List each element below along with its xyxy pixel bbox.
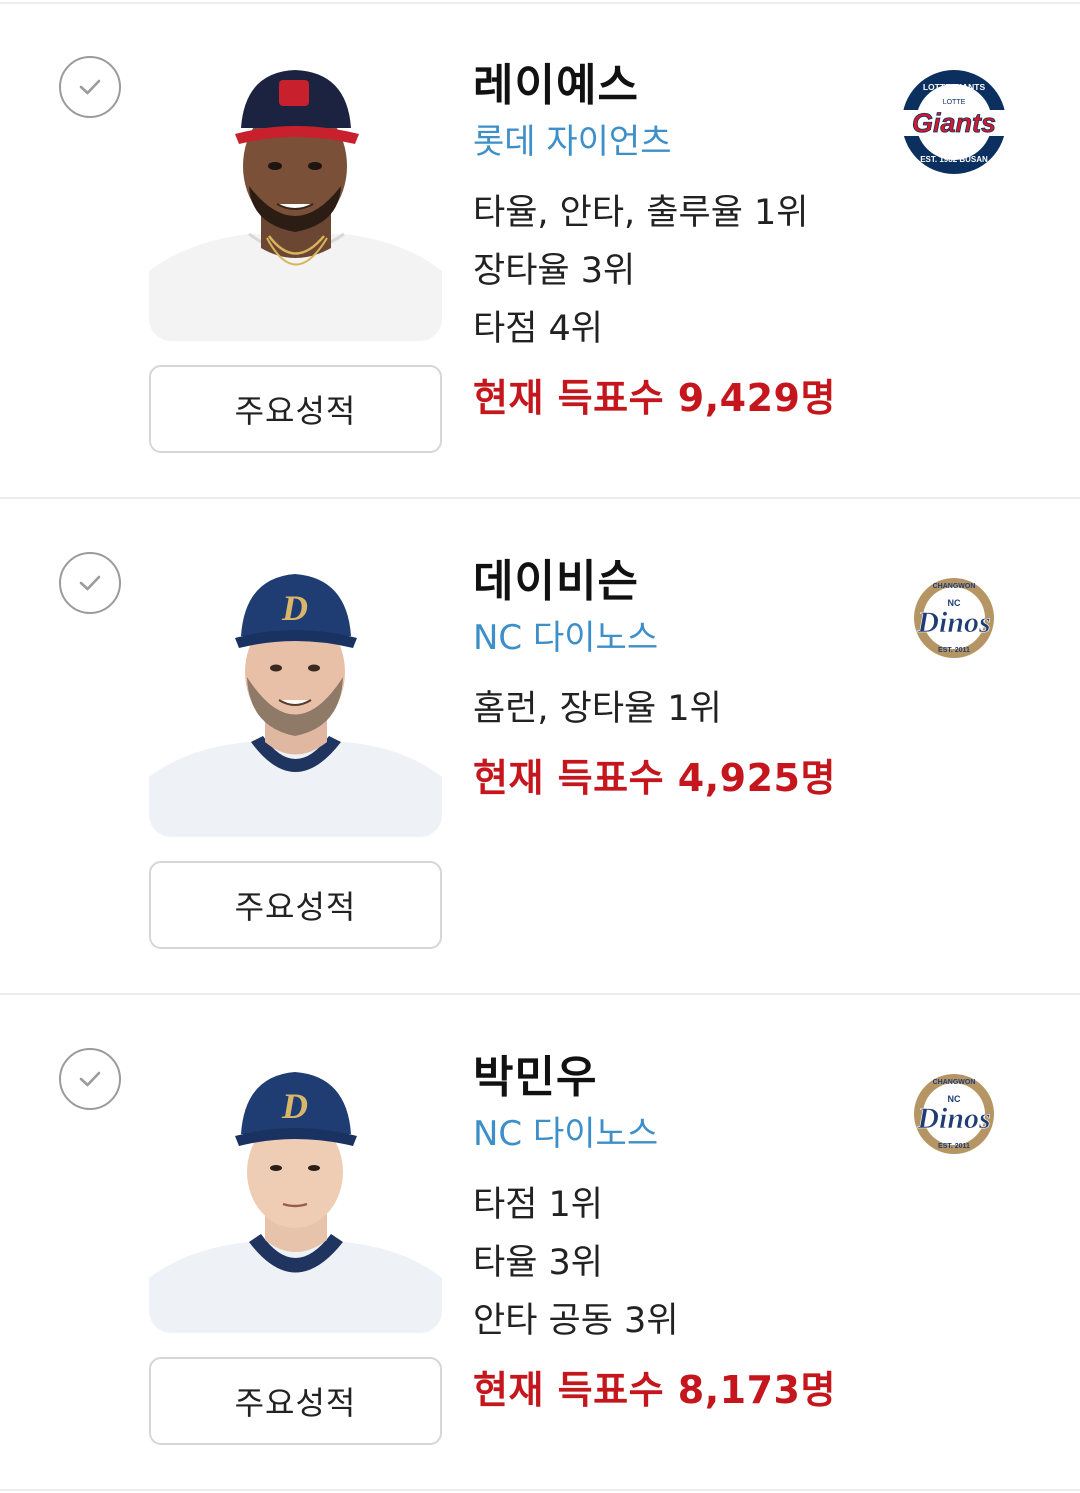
player-records: 홈런, 장타율 1위	[473, 680, 873, 738]
checkmark-icon	[79, 79, 101, 95]
player-records: 타점 1위 타율 3위 안타 공동 3위	[473, 1176, 873, 1350]
stats-button[interactable]: 주요성적	[149, 1357, 442, 1445]
player-card: D 주요성적 데이비슨 NC 다이노스 홈런, 장타율 1위 현재 득표수 4,…	[0, 500, 1080, 995]
player-team: 롯데 자이언츠	[473, 122, 672, 162]
svg-text:LOTTE: LOTTE	[943, 99, 966, 106]
player-team: NC 다이노스	[473, 1114, 659, 1154]
record-line: 홈런, 장타율 1위	[473, 689, 722, 729]
vote-count: 현재 득표수 4,925명	[473, 756, 836, 800]
record-line: 안타 공동 3위	[473, 1301, 679, 1341]
record-line: 타점 4위	[473, 309, 603, 349]
record-line: 장타율 3위	[473, 251, 636, 291]
player-photo	[149, 56, 442, 341]
svg-text:Dinos: Dinos	[916, 1102, 990, 1135]
checkmark-icon	[79, 575, 101, 591]
nc-dinos-logo: CHANGWON NC Dinos EST. 2011	[892, 562, 1016, 674]
stats-button[interactable]: 주요성적	[149, 365, 442, 453]
player-name: 데이비슨	[473, 556, 639, 607]
player-name: 박민우	[473, 1052, 598, 1103]
svg-text:EST. 2011: EST. 2011	[938, 647, 970, 654]
player-photo: D	[149, 552, 442, 837]
select-check-button[interactable]	[59, 1048, 121, 1110]
player-name: 레이예스	[473, 60, 639, 111]
svg-text:LOTTE GIANTS: LOTTE GIANTS	[923, 82, 986, 92]
player-card: D 주요성적 박민우 NC 다이노스 타점 1위 타율 3위 안타 공동 3위 …	[0, 996, 1080, 1491]
select-check-button[interactable]	[59, 552, 121, 614]
svg-text:Dinos: Dinos	[916, 606, 990, 639]
player-card: 주요성적 레이예스 롯데 자이언츠 타율, 안타, 출루율 1위 장타율 3위 …	[0, 4, 1080, 499]
select-check-button[interactable]	[59, 56, 121, 118]
player-team: NC 다이노스	[473, 618, 659, 658]
player-records: 타율, 안타, 출루율 1위 장타율 3위 타점 4위	[473, 184, 873, 358]
player-info: 박민우 NC 다이노스 타점 1위 타율 3위 안타 공동 3위 현재 득표수 …	[473, 1048, 873, 1418]
lotte-giants-logo: LOTTE GIANTS LOTTE Giants EST. 1982 BUSA…	[892, 66, 1016, 178]
player-info: 레이예스 롯데 자이언츠 타율, 안타, 출루율 1위 장타율 3위 타점 4위…	[473, 56, 873, 426]
svg-text:EST. 1982 BUSAN: EST. 1982 BUSAN	[920, 155, 988, 164]
record-line: 타율, 안타, 출루율 1위	[473, 193, 809, 233]
svg-text:CHANGWON: CHANGWON	[933, 1079, 976, 1086]
svg-text:Giants: Giants	[912, 108, 996, 138]
checkmark-icon	[79, 1071, 101, 1087]
svg-text:D: D	[281, 1086, 308, 1126]
player-info: 데이비슨 NC 다이노스 홈런, 장타율 1위 현재 득표수 4,925명	[473, 552, 873, 806]
record-line: 타율 3위	[473, 1243, 603, 1283]
stats-button[interactable]: 주요성적	[149, 861, 442, 949]
vote-count: 현재 득표수 9,429명	[473, 376, 836, 420]
nc-dinos-logo: CHANGWON NC Dinos EST. 2011	[892, 1058, 1016, 1170]
svg-text:CHANGWON: CHANGWON	[933, 583, 976, 590]
record-line: 타점 1위	[473, 1185, 603, 1225]
player-photo: D	[149, 1048, 442, 1333]
svg-text:D: D	[281, 588, 308, 628]
svg-text:EST. 2011: EST. 2011	[938, 1143, 970, 1150]
vote-count: 현재 득표수 8,173명	[473, 1368, 836, 1412]
